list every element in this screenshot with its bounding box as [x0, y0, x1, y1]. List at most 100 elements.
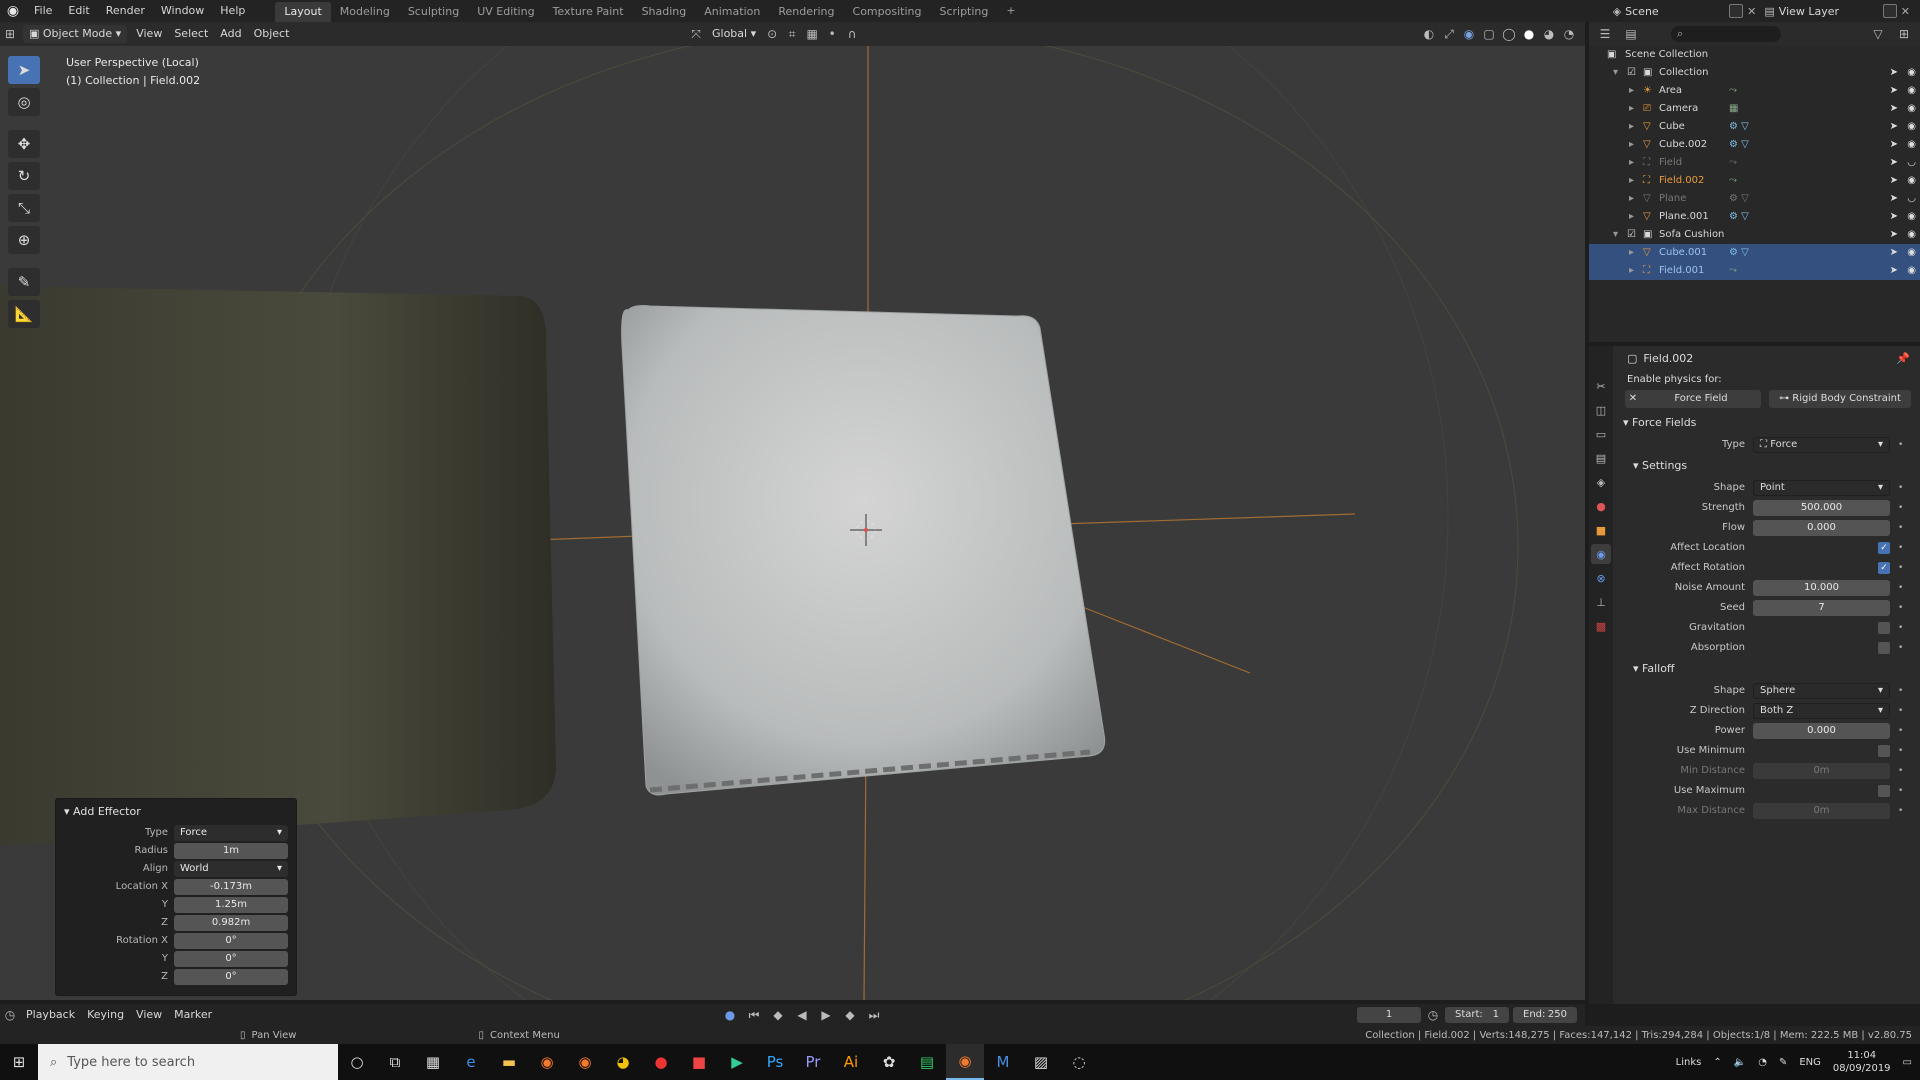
rotate-tool-icon[interactable]: ↻ [8, 162, 40, 190]
white-cushion[interactable] [621, 305, 1106, 796]
select-arrow-icon[interactable]: ➤ [1890, 262, 1898, 280]
expand-closed-icon[interactable]: ▸ [1629, 82, 1634, 100]
pin-icon[interactable]: 📌 [1896, 352, 1910, 365]
volume-icon[interactable]: 🔈 [1734, 1057, 1746, 1068]
cursor-tool-icon[interactable]: ◎ [8, 88, 40, 116]
eye-icon[interactable]: ◉ [1907, 208, 1916, 226]
orientation-dropdown[interactable]: Global ▾ [706, 25, 762, 43]
material-shading-icon[interactable]: ◕ [1539, 25, 1559, 43]
annotate-tool-icon[interactable]: ✎ [8, 268, 40, 296]
blender-logo-icon[interactable]: ◉ [0, 0, 26, 22]
timeline-menu-keying[interactable]: Keying [81, 1006, 130, 1024]
close-icon[interactable]: ✕ [1747, 5, 1756, 18]
select-arrow-icon[interactable]: ➤ [1890, 208, 1898, 226]
current-frame-field[interactable]: 1 [1357, 1007, 1421, 1023]
file-explorer-icon[interactable]: ▬ [490, 1044, 528, 1080]
render-tab-icon[interactable]: ◫ [1591, 400, 1611, 420]
outliner-root[interactable]: ▣ Scene Collection [1589, 46, 1920, 64]
select-arrow-icon[interactable]: ➤ [1890, 64, 1898, 82]
scale-tool-icon[interactable]: ⤡ [8, 194, 40, 222]
properties-settings-field[interactable]: 0.000 [1753, 519, 1890, 536]
dark-cushion[interactable] [0, 286, 556, 846]
tab-sculpting[interactable]: Sculpting [399, 2, 468, 22]
select-tool-icon[interactable]: ➤ [8, 56, 40, 84]
keyframe-dot[interactable]: • [1898, 686, 1903, 696]
tab-texture-paint[interactable]: Texture Paint [544, 2, 633, 22]
effector-field[interactable]: 1m [174, 842, 288, 859]
keyframe-dot[interactable]: • [1898, 806, 1903, 816]
keyframe-dot[interactable]: • [1898, 643, 1903, 653]
lang-indicator[interactable]: ENG [1799, 1057, 1821, 1068]
timeline-menu-view[interactable]: View [130, 1006, 168, 1024]
outliner-item-field-001[interactable]: ▸ ⛶ Field.001 ⤳ ➤ ◉ [1589, 262, 1920, 280]
windows-start-icon[interactable]: ⊞ [0, 1044, 38, 1080]
eye-icon[interactable]: ◉ [1907, 82, 1916, 100]
tab-shading[interactable]: Shading [633, 2, 696, 22]
viewport-menu-view[interactable]: View [130, 25, 168, 43]
keyframe-dot[interactable]: • [1898, 503, 1903, 513]
effector-field[interactable]: 0° [174, 968, 288, 985]
start-frame-field[interactable]: Start: 1 [1445, 1007, 1509, 1023]
expand-closed-icon[interactable]: ▸ [1629, 262, 1634, 280]
keyframe-dot[interactable]: • [1898, 786, 1903, 796]
expand-closed-icon[interactable]: ▸ [1629, 190, 1634, 208]
outliner-editor-icon[interactable]: ☰ [1595, 25, 1615, 43]
tab-compositing[interactable]: Compositing [844, 2, 931, 22]
xray-icon[interactable]: ▢ [1479, 25, 1499, 43]
timeline-menu-playback[interactable]: Playback [20, 1006, 81, 1024]
keyframe-dot[interactable]: • [1898, 583, 1903, 593]
keyframe-dot[interactable]: • [1898, 483, 1903, 493]
clock[interactable]: 11:04 08/09/2019 [1833, 1049, 1891, 1075]
expand-closed-icon[interactable]: ▸ [1629, 136, 1634, 154]
transform-tool-icon[interactable]: ⊕ [8, 226, 40, 254]
outliner-item-cube[interactable]: ▸ ▽ Cube ⚙ ▽ ➤ ◉ [1589, 118, 1920, 136]
wireframe-shading-icon[interactable]: ◯ [1499, 25, 1519, 43]
record-icon[interactable]: ● [720, 1006, 740, 1024]
properties-falloff-dropdown[interactable]: Sphere ▾ [1753, 682, 1890, 699]
calculator-icon[interactable]: ▦ [414, 1044, 452, 1080]
tab-uv-editing[interactable]: UV Editing [468, 2, 543, 22]
select-arrow-icon[interactable]: ➤ [1890, 118, 1898, 136]
editor-type-icon[interactable]: ⊞ [0, 25, 20, 43]
new-collection-icon[interactable]: ⊞ [1894, 25, 1914, 43]
properties-falloff-field[interactable]: 0.000 [1753, 722, 1890, 739]
field-type-dropdown[interactable]: ⛶ Force ▾ [1753, 436, 1890, 453]
measure-tool-icon[interactable]: 📐 [8, 300, 40, 328]
mode-dropdown[interactable]: ▣ Object Mode ▾ [23, 25, 128, 43]
play-icon[interactable]: ▶ [718, 1044, 756, 1080]
outliner-item-cube-001[interactable]: ▸ ▽ Cube.001 ⚙ ▽ ➤ ◉ [1589, 244, 1920, 262]
keyframe-dot[interactable]: • [1898, 440, 1903, 450]
eye-icon[interactable]: ◉ [1907, 262, 1916, 280]
viewport-menu-add[interactable]: Add [214, 25, 247, 43]
tab-layout[interactable]: Layout [275, 2, 331, 22]
eye-closed-icon[interactable]: ◡ [1907, 190, 1916, 208]
chevron-up-icon[interactable]: ⌃ [1713, 1057, 1721, 1068]
keyframe-dot[interactable]: • [1898, 726, 1903, 736]
expand-closed-icon[interactable]: ▸ [1629, 172, 1634, 190]
display-mode-icon[interactable]: ▤ [1621, 25, 1641, 43]
settings-section[interactable]: ▾ Settings [1613, 455, 1920, 477]
outliner-item-plane-001[interactable]: ▸ ▽ Plane.001 ⚙ ▽ ➤ ◉ [1589, 208, 1920, 226]
gizmo-icon[interactable]: ⤢ [1439, 25, 1459, 43]
pivot-icon[interactable]: ⊙ [762, 25, 782, 43]
scene-tab-icon[interactable]: ◈ [1591, 472, 1611, 492]
eye-closed-icon[interactable]: ◡ [1907, 154, 1916, 172]
physics-tab-icon[interactable]: ◉ [1591, 544, 1611, 564]
rigid-body-constraint-button[interactable]: ⊶ Rigid Body Constraint [1769, 390, 1911, 408]
effector-field[interactable]: 1.25m [174, 896, 288, 913]
next-keyframe-icon[interactable]: ◆ [840, 1006, 860, 1024]
play-reverse-icon[interactable]: ◀ [792, 1006, 812, 1024]
keyframe-dot[interactable]: • [1898, 623, 1903, 633]
falloff-icon[interactable]: ∩ [842, 25, 862, 43]
play-icon[interactable]: ▶ [816, 1006, 836, 1024]
keyframe-dot[interactable]: • [1898, 523, 1903, 533]
outliner-item-camera[interactable]: ▸ ⎚ Camera ▦ ➤ ◉ [1589, 100, 1920, 118]
falloff-section[interactable]: ▾ Falloff [1613, 658, 1920, 680]
snap-target-icon[interactable]: ▦ [802, 25, 822, 43]
expand-closed-icon[interactable]: ▸ [1629, 154, 1634, 172]
menu-edit[interactable]: Edit [60, 0, 97, 22]
taskbar-search[interactable]: ⌕ Type here to search [38, 1044, 338, 1080]
properties-falloff-dropdown[interactable]: Both Z ▾ [1753, 702, 1890, 719]
outliner-search-field[interactable]: ⌕ [1671, 26, 1781, 42]
proportional-icon[interactable]: • [822, 25, 842, 43]
